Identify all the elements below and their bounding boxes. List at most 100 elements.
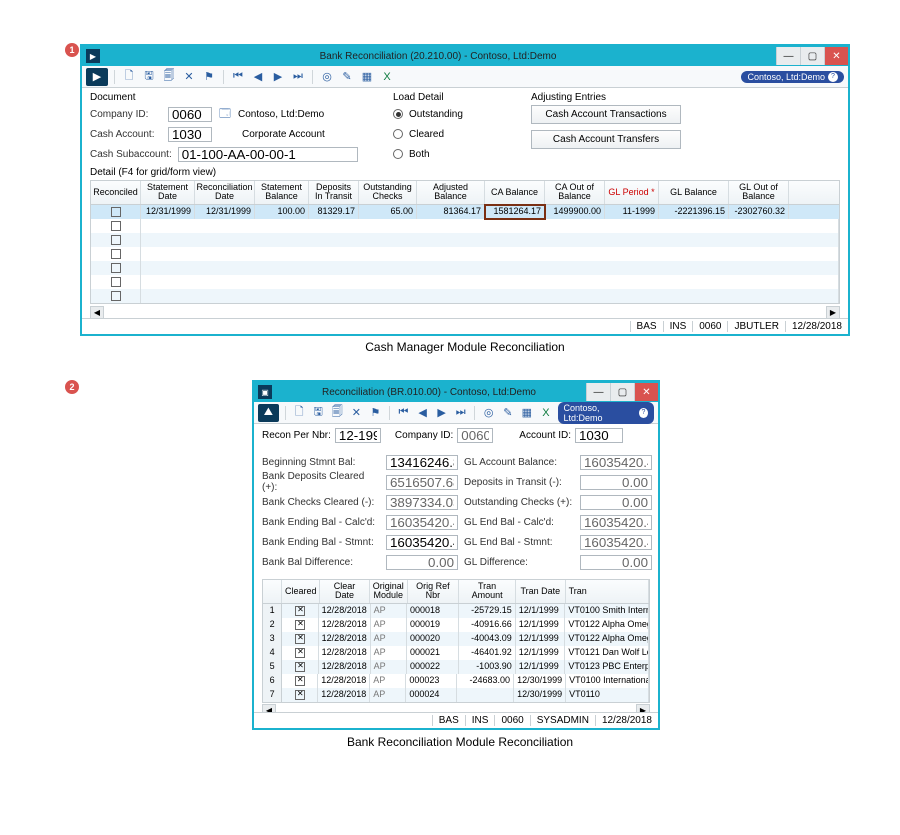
scroll-left-button[interactable]: ◀ (262, 704, 276, 712)
col-recon-date[interactable]: Reconciliation Date (195, 181, 255, 204)
col-tran-amount[interactable]: Tran Amount (459, 580, 516, 603)
app-icon: ▣ (258, 385, 272, 399)
cash-account-transfers-button[interactable]: Cash Account Transfers (531, 130, 681, 149)
target-icon[interactable]: ◎ (481, 405, 496, 421)
transaction-row[interactable]: 112/28/2018AP000018-25729.1512/1/1999VT0… (263, 604, 649, 618)
transaction-row[interactable]: 712/28/2018AP00002412/30/1999VT0110 (263, 688, 649, 702)
col-adjusted[interactable]: Adjusted Balance (417, 181, 485, 204)
excel-icon[interactable]: X (379, 69, 395, 85)
new-icon[interactable]: 🗋 (121, 69, 137, 85)
reconciled-checkbox[interactable] (111, 221, 121, 231)
col-tran-date[interactable]: Tran Date (516, 580, 565, 603)
company-id-input[interactable] (168, 107, 212, 122)
radio-both[interactable] (393, 149, 403, 159)
company-lookup-icon[interactable]: 🗔 (218, 107, 232, 121)
col-stmt-date[interactable]: Statement Date (141, 181, 195, 204)
grid-row[interactable] (91, 261, 839, 275)
step-badge-2: 2 (65, 380, 79, 394)
ending-bal-stmnt-input[interactable] (386, 535, 458, 550)
scroll-right-button[interactable]: ▶ (636, 704, 650, 712)
first-icon[interactable]: ⏮ (396, 405, 411, 421)
delete-icon[interactable]: ✕ (181, 69, 197, 85)
reconciled-checkbox[interactable] (111, 291, 121, 301)
grid-icon[interactable]: ▦ (519, 405, 534, 421)
company-tag[interactable]: Contoso, Ltd:Demo ? (558, 402, 655, 424)
next-icon[interactable]: ▶ (434, 405, 449, 421)
minimize-button[interactable]: — (586, 383, 610, 401)
new-icon[interactable]: 🗋 (292, 405, 307, 421)
tools-icon[interactable]: ✎ (500, 405, 515, 421)
col-orig-module[interactable]: Original Module (370, 580, 408, 603)
ca-balance-cell-highlight[interactable]: 1581264.17 (485, 205, 545, 219)
close-button[interactable]: ✕ (634, 383, 658, 401)
tools-icon[interactable]: ✎ (339, 69, 355, 85)
col-index (263, 580, 282, 603)
delete-icon[interactable]: ✕ (349, 405, 364, 421)
first-icon[interactable]: ⏮ (230, 69, 246, 85)
col-stmt-balance[interactable]: Statement Balance (255, 181, 309, 204)
save-icon[interactable]: 🖫 (311, 405, 326, 421)
col-gl-out[interactable]: GL Out of Balance (729, 181, 789, 204)
next-icon[interactable]: ▶ (270, 69, 286, 85)
col-clear-date[interactable]: Clear Date (320, 580, 369, 603)
col-outstanding[interactable]: Outstanding Checks (359, 181, 417, 204)
scroll-right-button[interactable]: ▶ (826, 306, 840, 318)
cash-account-transactions-button[interactable]: Cash Account Transactions (531, 105, 681, 124)
help-icon[interactable]: ? (828, 72, 838, 82)
col-tran[interactable]: Tran (566, 580, 649, 603)
grid-row[interactable]: 12/31/1999 12/31/1999 100.00 81329.17 65… (91, 205, 839, 219)
cash-sub-input[interactable] (178, 147, 358, 162)
help-icon[interactable]: ? (639, 408, 648, 418)
reconciled-checkbox[interactable] (111, 263, 121, 273)
menu-icon[interactable]: ⛰ (258, 404, 279, 422)
company-tag[interactable]: Contoso, Ltd:Demo ? (741, 71, 844, 83)
reconciled-checkbox[interactable] (111, 249, 121, 259)
last-icon[interactable]: ⏭ (453, 405, 468, 421)
transaction-row[interactable]: 512/28/2018AP000022-1003.9012/1/1999VT01… (263, 660, 649, 674)
target-icon[interactable]: ◎ (319, 69, 335, 85)
grid-icon[interactable]: ▦ (359, 69, 375, 85)
transaction-row[interactable]: 612/28/2018AP000023-24683.0012/30/1999VT… (263, 674, 649, 688)
prev-icon[interactable]: ◀ (250, 69, 266, 85)
col-ca-out[interactable]: CA Out of Balance (545, 181, 605, 204)
grid-row[interactable] (91, 275, 839, 289)
grid-row[interactable] (91, 233, 839, 247)
reconciled-checkbox[interactable] (111, 207, 121, 217)
col-orig-ref[interactable]: Orig Ref Nbr (408, 580, 459, 603)
col-ca-balance[interactable]: CA Balance (485, 181, 545, 204)
col-reconciled[interactable]: Reconciled (91, 181, 141, 204)
account-id-input[interactable] (575, 428, 623, 443)
col-deposits[interactable]: Deposits In Transit (309, 181, 359, 204)
col-gl-period[interactable]: GL Period * (605, 181, 659, 204)
beginning-bal-input[interactable] (386, 455, 458, 470)
copy-icon[interactable]: 🗐 (330, 405, 345, 421)
menu-icon[interactable]: ▶ (86, 68, 108, 86)
excel-icon[interactable]: X (538, 405, 553, 421)
scroll-left-button[interactable]: ◀ (90, 306, 104, 318)
last-icon[interactable]: ⏭ (290, 69, 306, 85)
flag-icon[interactable]: ⚑ (368, 405, 383, 421)
save-icon[interactable]: 🖫 (141, 69, 157, 85)
figure-caption-2: Bank Reconciliation Module Reconciliatio… (345, 735, 575, 749)
flag-icon[interactable]: ⚑ (201, 69, 217, 85)
reconciled-checkbox[interactable] (111, 235, 121, 245)
grid-row[interactable] (91, 289, 839, 303)
radio-cleared[interactable] (393, 129, 403, 139)
radio-outstanding[interactable] (393, 109, 403, 119)
minimize-button[interactable]: — (776, 47, 800, 65)
col-cleared[interactable]: Cleared (282, 580, 320, 603)
reconciled-checkbox[interactable] (111, 277, 121, 287)
transaction-row[interactable]: 412/28/2018AP000021-46401.9212/1/1999VT0… (263, 646, 649, 660)
grid-row[interactable] (91, 247, 839, 261)
grid-row[interactable] (91, 219, 839, 233)
close-button[interactable]: ✕ (824, 47, 848, 65)
copy-icon[interactable]: 🗐 (161, 69, 177, 85)
col-gl-balance[interactable]: GL Balance (659, 181, 729, 204)
prev-icon[interactable]: ◀ (415, 405, 430, 421)
transaction-row[interactable]: 212/28/2018AP000019-40916.6612/1/1999VT0… (263, 618, 649, 632)
recon-per-input[interactable] (335, 428, 381, 443)
maximize-button[interactable]: ▢ (610, 383, 634, 401)
maximize-button[interactable]: ▢ (800, 47, 824, 65)
transaction-row[interactable]: 312/28/2018AP000020-40043.0912/1/1999VT0… (263, 632, 649, 646)
cash-account-input[interactable] (168, 127, 212, 142)
